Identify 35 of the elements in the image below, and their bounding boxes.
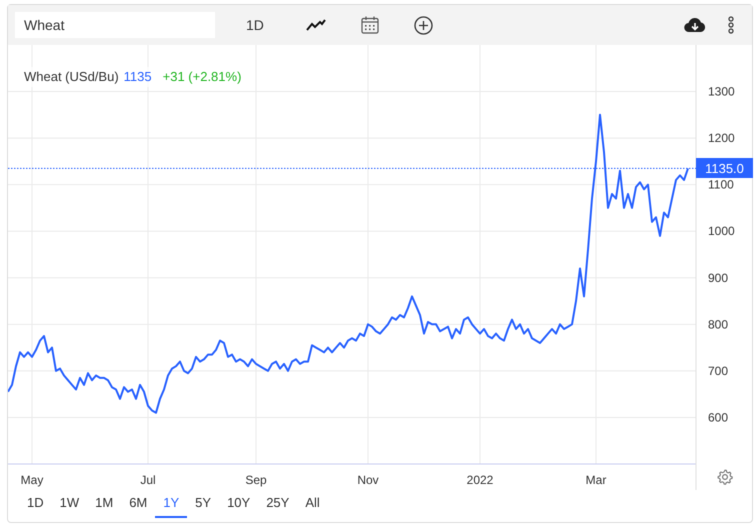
- y-axis-label: 1300: [708, 84, 735, 99]
- range-tab[interactable]: 1M: [87, 490, 122, 518]
- legend-change: +31 (+2.81%): [162, 68, 242, 86]
- x-axis-label: May: [20, 473, 44, 487]
- y-axis-label: 600: [708, 410, 728, 424]
- y-axis-label: 1200: [708, 131, 735, 146]
- price-label: 1135.0: [696, 158, 753, 178]
- range-tab[interactable]: All: [297, 490, 328, 518]
- interval-button[interactable]: 1D: [242, 14, 268, 36]
- y-axis-label: 800: [708, 317, 728, 332]
- settings-icon[interactable]: [717, 469, 733, 485]
- x-axis-label: Jul: [140, 473, 156, 487]
- y-axis-label: 900: [708, 270, 728, 285]
- range-tab[interactable]: 5Y: [187, 490, 220, 518]
- more-icon[interactable]: [728, 16, 734, 34]
- calendar-icon[interactable]: [360, 16, 379, 34]
- x-axis-label: Nov: [357, 473, 379, 487]
- add-icon[interactable]: [414, 16, 433, 34]
- y-axis-label: 1100: [708, 178, 734, 192]
- x-axis-label: Mar: [586, 473, 606, 487]
- legend-price: 1135: [124, 68, 152, 86]
- range-tab[interactable]: 1W: [52, 490, 88, 518]
- range-tab[interactable]: 1D: [19, 490, 52, 518]
- range-tab[interactable]: 1Y: [155, 490, 188, 518]
- range-tab[interactable]: 25Y: [258, 490, 298, 518]
- cloud-download-icon[interactable]: [684, 17, 706, 33]
- search-field[interactable]: Wheat: [15, 12, 215, 38]
- line-chart-icon[interactable]: [306, 19, 326, 31]
- legend-name: Wheat (USd/Bu): [24, 68, 119, 86]
- range-tab[interactable]: 6M: [121, 490, 156, 518]
- y-axis-label: 1000: [708, 224, 735, 238]
- range-tab[interactable]: 10Y: [219, 490, 258, 518]
- x-axis-label: Sep: [245, 473, 267, 487]
- y-axis-label: 700: [708, 364, 728, 378]
- x-axis-label: 2022: [466, 473, 494, 487]
